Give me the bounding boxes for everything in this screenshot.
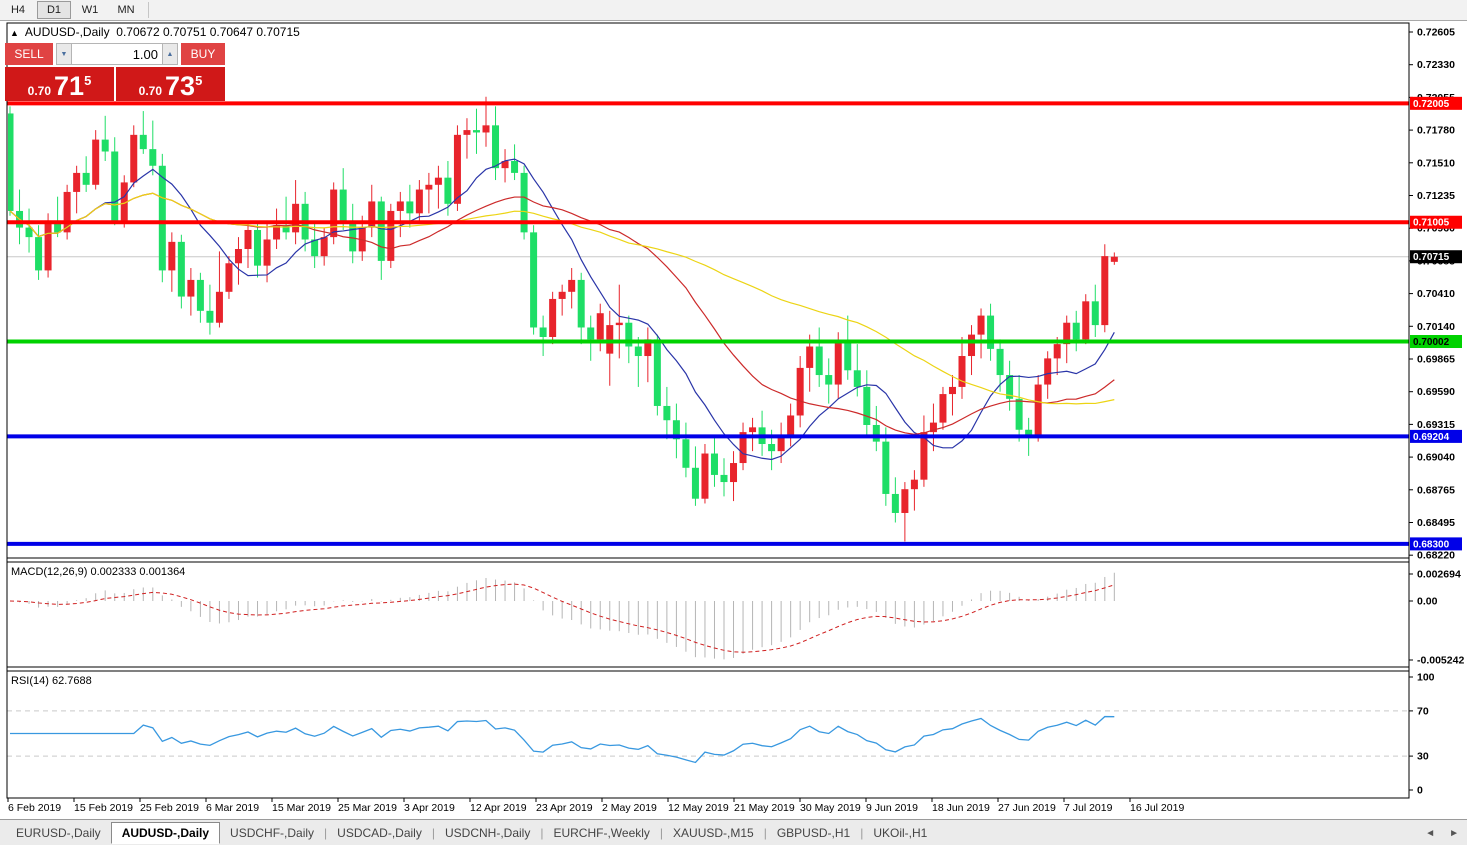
sell-price-display[interactable]: 0.70 71 5: [5, 67, 114, 101]
timeframe-d1-button[interactable]: D1: [37, 1, 71, 19]
svg-text:12 Apr 2019: 12 Apr 2019: [470, 802, 527, 814]
tab-eurusd-daily[interactable]: EURUSD-,Daily: [6, 823, 111, 843]
volume-input[interactable]: [72, 43, 162, 65]
buy-price-big: 73: [165, 74, 195, 98]
svg-text:0.69865: 0.69865: [1417, 353, 1455, 365]
svg-text:6 Mar 2019: 6 Mar 2019: [206, 802, 259, 814]
sell-price-big: 71: [54, 74, 84, 98]
tab-audusd-daily[interactable]: AUDUSD-,Daily: [111, 822, 220, 844]
price-chart-svg: 0.726050.723300.720550.717800.715100.712…: [0, 21, 1467, 819]
svg-text:0.71005: 0.71005: [1413, 218, 1450, 229]
svg-text:0.71510: 0.71510: [1417, 157, 1455, 169]
svg-text:70: 70: [1417, 705, 1429, 717]
svg-text:16 Jul 2019: 16 Jul 2019: [1130, 802, 1184, 814]
symbol-title: AUDUSD-,Daily: [25, 25, 110, 39]
svg-text:0.71235: 0.71235: [1417, 190, 1455, 202]
svg-text:27 Jun 2019: 27 Jun 2019: [998, 802, 1056, 814]
svg-text:0.70002: 0.70002: [1413, 337, 1450, 348]
timeframe-toolbar: H4 D1 W1 MN: [0, 0, 1467, 21]
chart-tabbar: EURUSD-,Daily AUDUSD-,Daily USDCHF-,Dail…: [0, 819, 1467, 845]
svg-text:0.70140: 0.70140: [1417, 321, 1455, 333]
svg-text:0.00: 0.00: [1417, 596, 1438, 608]
svg-text:30: 30: [1417, 751, 1429, 763]
svg-text:0.68765: 0.68765: [1417, 484, 1455, 496]
svg-text:30 May 2019: 30 May 2019: [800, 802, 861, 814]
toolbar-separator: [148, 2, 149, 18]
svg-text:15 Mar 2019: 15 Mar 2019: [272, 802, 331, 814]
one-click-trading-panel: SELL ▼ ▲ BUY 0.70 71 5 0.70 73 5: [5, 43, 227, 101]
chart-canvas[interactable]: 0.726050.723300.720550.717800.715100.712…: [0, 21, 1467, 819]
svg-text:0.002694: 0.002694: [1417, 569, 1461, 581]
svg-text:25 Feb 2019: 25 Feb 2019: [140, 802, 199, 814]
svg-text:0.69590: 0.69590: [1417, 386, 1455, 398]
tabs-scroll-left-icon[interactable]: ◄: [1425, 828, 1435, 839]
timeframe-h4-button[interactable]: H4: [1, 1, 35, 19]
svg-text:23 Apr 2019: 23 Apr 2019: [536, 802, 593, 814]
svg-text:0.72005: 0.72005: [1413, 99, 1450, 110]
tab-usdcnh-daily[interactable]: USDCNH-,Daily: [435, 823, 540, 843]
svg-text:12 May 2019: 12 May 2019: [668, 802, 729, 814]
buy-price-small: 0.70: [139, 84, 162, 98]
svg-text:0.71780: 0.71780: [1417, 125, 1455, 137]
svg-text:0.70410: 0.70410: [1417, 288, 1455, 300]
svg-text:6 Feb 2019: 6 Feb 2019: [8, 802, 61, 814]
svg-text:0.69204: 0.69204: [1413, 432, 1450, 443]
svg-text:15 Feb 2019: 15 Feb 2019: [74, 802, 133, 814]
sell-price-small: 0.70: [28, 84, 51, 98]
tab-xauusd-m15[interactable]: XAUUSD-,M15: [663, 823, 764, 843]
svg-text:0.68495: 0.68495: [1417, 517, 1455, 529]
svg-text:0.68300: 0.68300: [1413, 539, 1450, 550]
svg-text:3 Apr 2019: 3 Apr 2019: [404, 802, 455, 814]
svg-text:0.72605: 0.72605: [1417, 27, 1455, 39]
volume-decrease-button[interactable]: ▼: [56, 43, 72, 65]
buy-price-sup: 5: [195, 73, 202, 88]
svg-text:0.69315: 0.69315: [1417, 419, 1455, 431]
svg-text:21 May 2019: 21 May 2019: [734, 802, 795, 814]
tab-usdcad-daily[interactable]: USDCAD-,Daily: [327, 823, 432, 843]
svg-text:100: 100: [1417, 672, 1435, 684]
tabs-scroll-right-icon[interactable]: ►: [1449, 828, 1459, 839]
rsi-pane-label: RSI(14) 62.7688: [11, 675, 92, 687]
buy-button[interactable]: BUY: [181, 43, 225, 65]
quote-bar: ▲ AUDUSD-,Daily 0.70672 0.70751 0.70647 0…: [10, 25, 300, 39]
mt4-window: { "toolbar": { "buttons": [ {"label": "H…: [0, 0, 1467, 845]
svg-text:18 Jun 2019: 18 Jun 2019: [932, 802, 990, 814]
svg-text:0: 0: [1417, 785, 1423, 797]
tab-ukoil-h1[interactable]: UKOil-,H1: [863, 823, 937, 843]
tab-eurchf-weekly[interactable]: EURCHF-,Weekly: [543, 823, 659, 843]
timeframe-w1-button[interactable]: W1: [73, 1, 107, 19]
sell-button[interactable]: SELL: [5, 43, 53, 65]
ohlc-values: 0.70672 0.70751 0.70647 0.70715: [116, 25, 300, 39]
svg-text:7 Jul 2019: 7 Jul 2019: [1064, 802, 1113, 814]
buy-price-display[interactable]: 0.70 73 5: [116, 67, 225, 101]
volume-increase-button[interactable]: ▲: [162, 43, 178, 65]
svg-text:0.68220: 0.68220: [1417, 550, 1455, 562]
sell-price-sup: 5: [84, 73, 91, 88]
svg-text:25 Mar 2019: 25 Mar 2019: [338, 802, 397, 814]
tab-gbpusd-h1[interactable]: GBPUSD-,H1: [767, 823, 860, 843]
svg-text:2 May 2019: 2 May 2019: [602, 802, 657, 814]
svg-text:0.69040: 0.69040: [1417, 452, 1455, 464]
tab-usdchf-daily[interactable]: USDCHF-,Daily: [220, 823, 324, 843]
svg-text:-0.005242: -0.005242: [1417, 655, 1464, 667]
macd-pane-label: MACD(12,26,9) 0.002333 0.001364: [11, 566, 185, 578]
svg-text:0.72330: 0.72330: [1417, 59, 1455, 71]
collapse-panel-icon[interactable]: ▲: [10, 28, 19, 38]
svg-text:9 Jun 2019: 9 Jun 2019: [866, 802, 918, 814]
timeframe-mn-button[interactable]: MN: [109, 1, 143, 19]
svg-text:0.70715: 0.70715: [1413, 252, 1450, 263]
